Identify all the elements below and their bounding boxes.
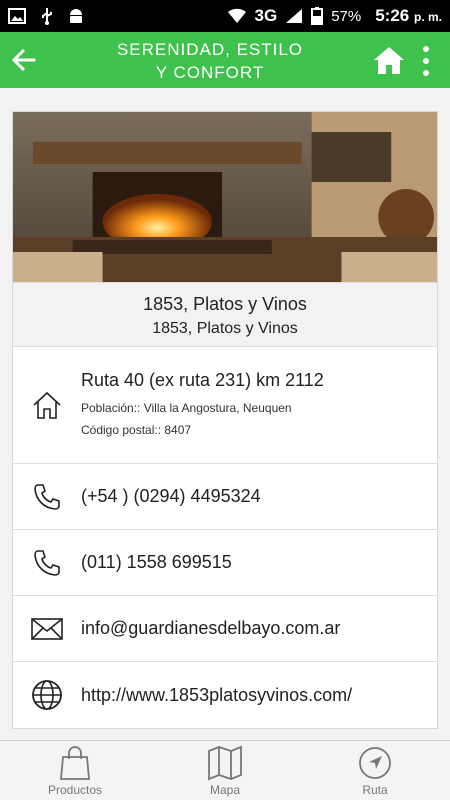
- email-text: info@guardianesdelbayo.com.ar: [81, 618, 341, 638]
- address-city: Población:: Villa la Angostura, Neuquen: [81, 400, 292, 415]
- battery-level: 57%: [331, 7, 362, 25]
- home-button[interactable]: [370, 41, 408, 79]
- place-name: 1853, Platos y Vinos: [143, 294, 307, 314]
- clock: 5:26 p. m.: [375, 6, 442, 25]
- phone-icon: [34, 549, 60, 576]
- home-icon: [374, 47, 404, 74]
- nav-mapa[interactable]: Mapa: [150, 741, 300, 800]
- phone-icon: [34, 483, 60, 510]
- bag-icon: [60, 746, 90, 780]
- battery-icon: [311, 7, 324, 25]
- overflow-menu-button[interactable]: [414, 44, 438, 78]
- place-name-block: 1853, Platos y Vinos 1853, Platos y Vino…: [13, 282, 437, 347]
- arrow-left-icon: [12, 49, 36, 71]
- house-outline-icon: [33, 391, 61, 419]
- status-bar: 3G 57% 5:26 p. m.: [0, 0, 450, 32]
- website-text: http://www.1853platosyvinos.com/: [81, 684, 353, 705]
- email-row[interactable]: info@guardianesdelbayo.com.ar: [13, 596, 437, 662]
- wifi-icon: [227, 8, 246, 23]
- globe-icon: [32, 680, 62, 710]
- gallery-icon: [8, 8, 26, 24]
- envelope-icon: [31, 617, 63, 640]
- nav-productos[interactable]: Productos: [0, 741, 150, 800]
- navigation-icon: [359, 747, 391, 779]
- usb-icon: [42, 8, 52, 25]
- back-button[interactable]: [6, 42, 42, 78]
- phone-row-1[interactable]: (+54 ) (0294) 4495324: [13, 464, 437, 530]
- more-vert-icon: [423, 46, 429, 52]
- address-street: Ruta 40 (ex ruta 231) km 2112: [81, 369, 324, 390]
- hero-image: [13, 112, 437, 282]
- android-icon: [70, 9, 82, 23]
- place-subtitle: 1853, Platos y Vinos: [152, 320, 298, 337]
- network-type: 3G: [254, 6, 278, 25]
- nav-ruta[interactable]: Ruta: [300, 741, 450, 800]
- phone-1-text: (+54 ) (0294) 4495324: [81, 486, 261, 506]
- address-postal: Código postal:: 8407: [81, 422, 192, 437]
- website-row[interactable]: http://www.1853platosyvinos.com/: [13, 662, 437, 728]
- phone-2-text: (011) 1558 699515: [81, 552, 232, 572]
- bottom-navigation: Productos Mapa Ruta: [0, 740, 450, 800]
- place-card: 1853, Platos y Vinos 1853, Platos y Vino…: [12, 111, 438, 729]
- app-title: SERENIDAD, ESTILO Y CONFORT: [116, 40, 304, 82]
- address-row[interactable]: Ruta 40 (ex ruta 231) km 2112 Población:…: [13, 347, 437, 464]
- app-bar: SERENIDAD, ESTILO Y CONFORT: [0, 32, 450, 88]
- signal-icon: [286, 9, 303, 23]
- map-icon: [208, 745, 242, 781]
- phone-row-2[interactable]: (011) 1558 699515: [13, 530, 437, 596]
